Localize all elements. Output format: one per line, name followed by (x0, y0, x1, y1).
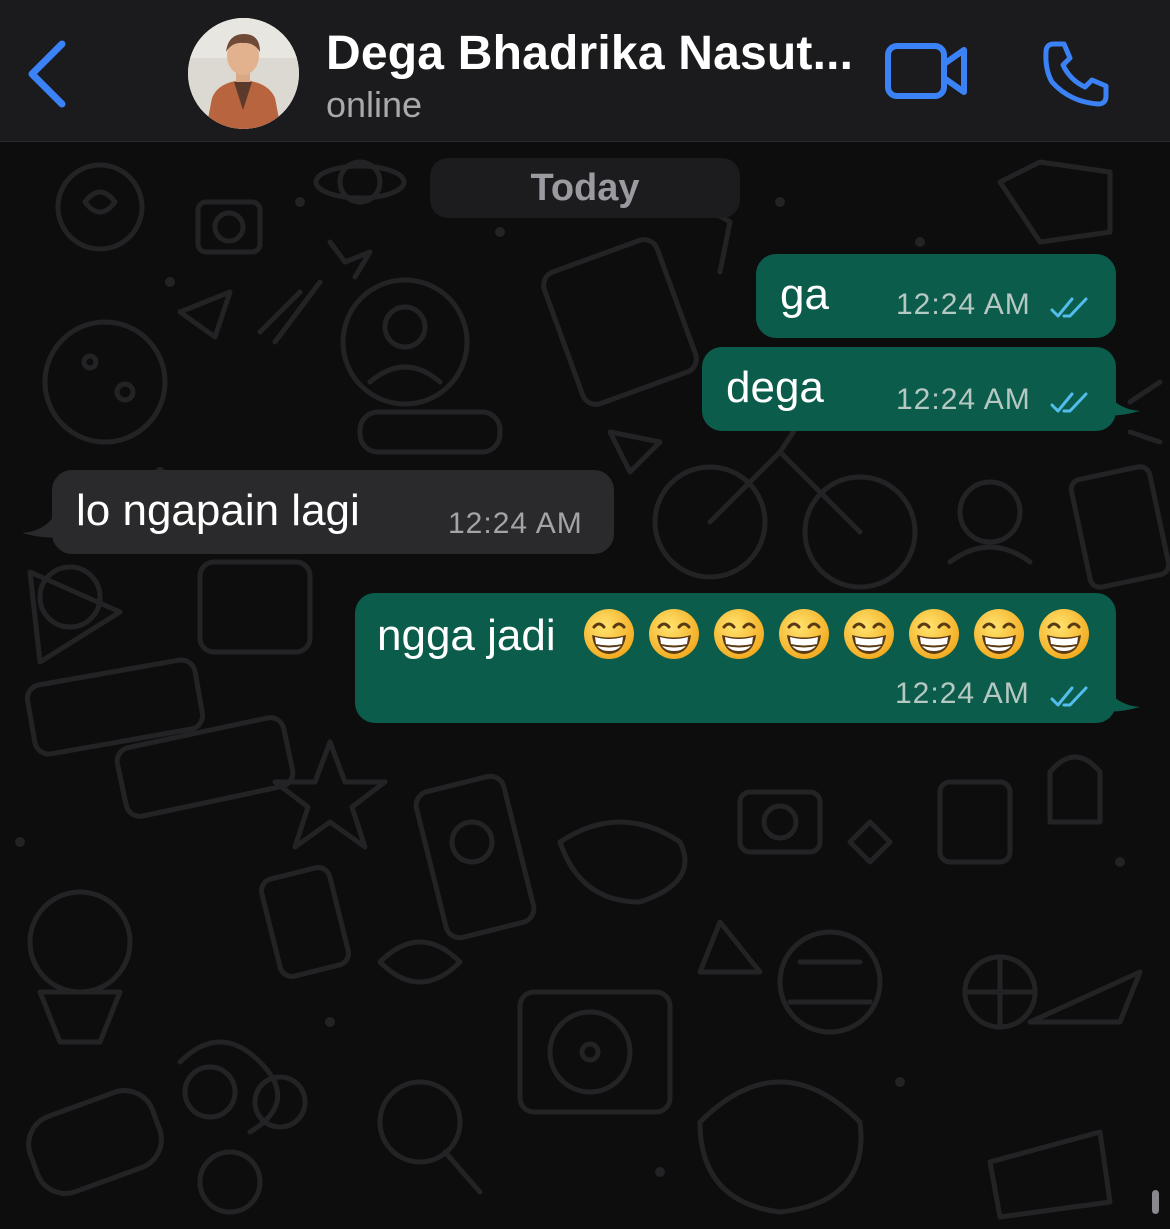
video-call-button[interactable] (884, 40, 970, 102)
bubble-tail (1104, 387, 1140, 416)
grinning-face-emoji-icon (649, 609, 699, 659)
bubble-tail (22, 509, 58, 538)
double-check-read-icon (1050, 686, 1088, 707)
avatar-photo (188, 18, 299, 129)
outgoing-message[interactable]: dega 12:24 AM (702, 347, 1116, 431)
chevron-left-icon (28, 40, 66, 108)
grinning-face-emoji-icon (714, 609, 764, 659)
chat-header: Dega Bhadrika Nasut... online (0, 0, 1170, 142)
outgoing-message[interactable]: ga 12:24 AM (756, 254, 1116, 338)
grinning-face-emoji-icon (909, 609, 959, 659)
message-text: ngga jadi (377, 611, 556, 660)
emoji-row (571, 607, 1091, 661)
message-time: 12:24 AM (896, 288, 1031, 321)
outgoing-message[interactable]: ngga jadi 12:24 AM (355, 593, 1116, 723)
grinning-face-emoji-icon (584, 609, 634, 659)
grinning-face-emoji-icon (779, 609, 829, 659)
contact-status: online (326, 84, 423, 125)
chat-area[interactable]: Today ga 12:24 AM dega 12:24 AM lo ngapa… (0, 142, 1170, 1229)
video-camera-icon (885, 43, 967, 99)
double-check-read-icon (1050, 392, 1088, 413)
incoming-message[interactable]: lo ngapain lagi 12:24 AM (52, 470, 614, 554)
bubble-tail (1104, 683, 1140, 712)
message-time: 12:24 AM (896, 383, 1031, 416)
grinning-face-emoji-icon (974, 609, 1024, 659)
voice-call-button[interactable] (1040, 38, 1112, 110)
grinning-face-emoji-icon (1039, 609, 1089, 659)
double-check-read-icon (1050, 297, 1088, 318)
message-text: dega (726, 363, 824, 412)
contact-name[interactable]: Dega Bhadrika Nasut... (326, 26, 871, 81)
date-separator: Today (430, 158, 740, 218)
phone-icon (1043, 41, 1109, 107)
message-text: ga (780, 270, 829, 319)
message-time: 12:24 AM (895, 677, 1030, 710)
message-time: 12:24 AM (448, 507, 583, 540)
grinning-face-emoji-icon (844, 609, 894, 659)
scroll-indicator[interactable] (1152, 1190, 1159, 1214)
contact-avatar[interactable] (188, 18, 299, 129)
message-text: lo ngapain lagi (76, 486, 360, 535)
back-button[interactable] (18, 34, 78, 114)
